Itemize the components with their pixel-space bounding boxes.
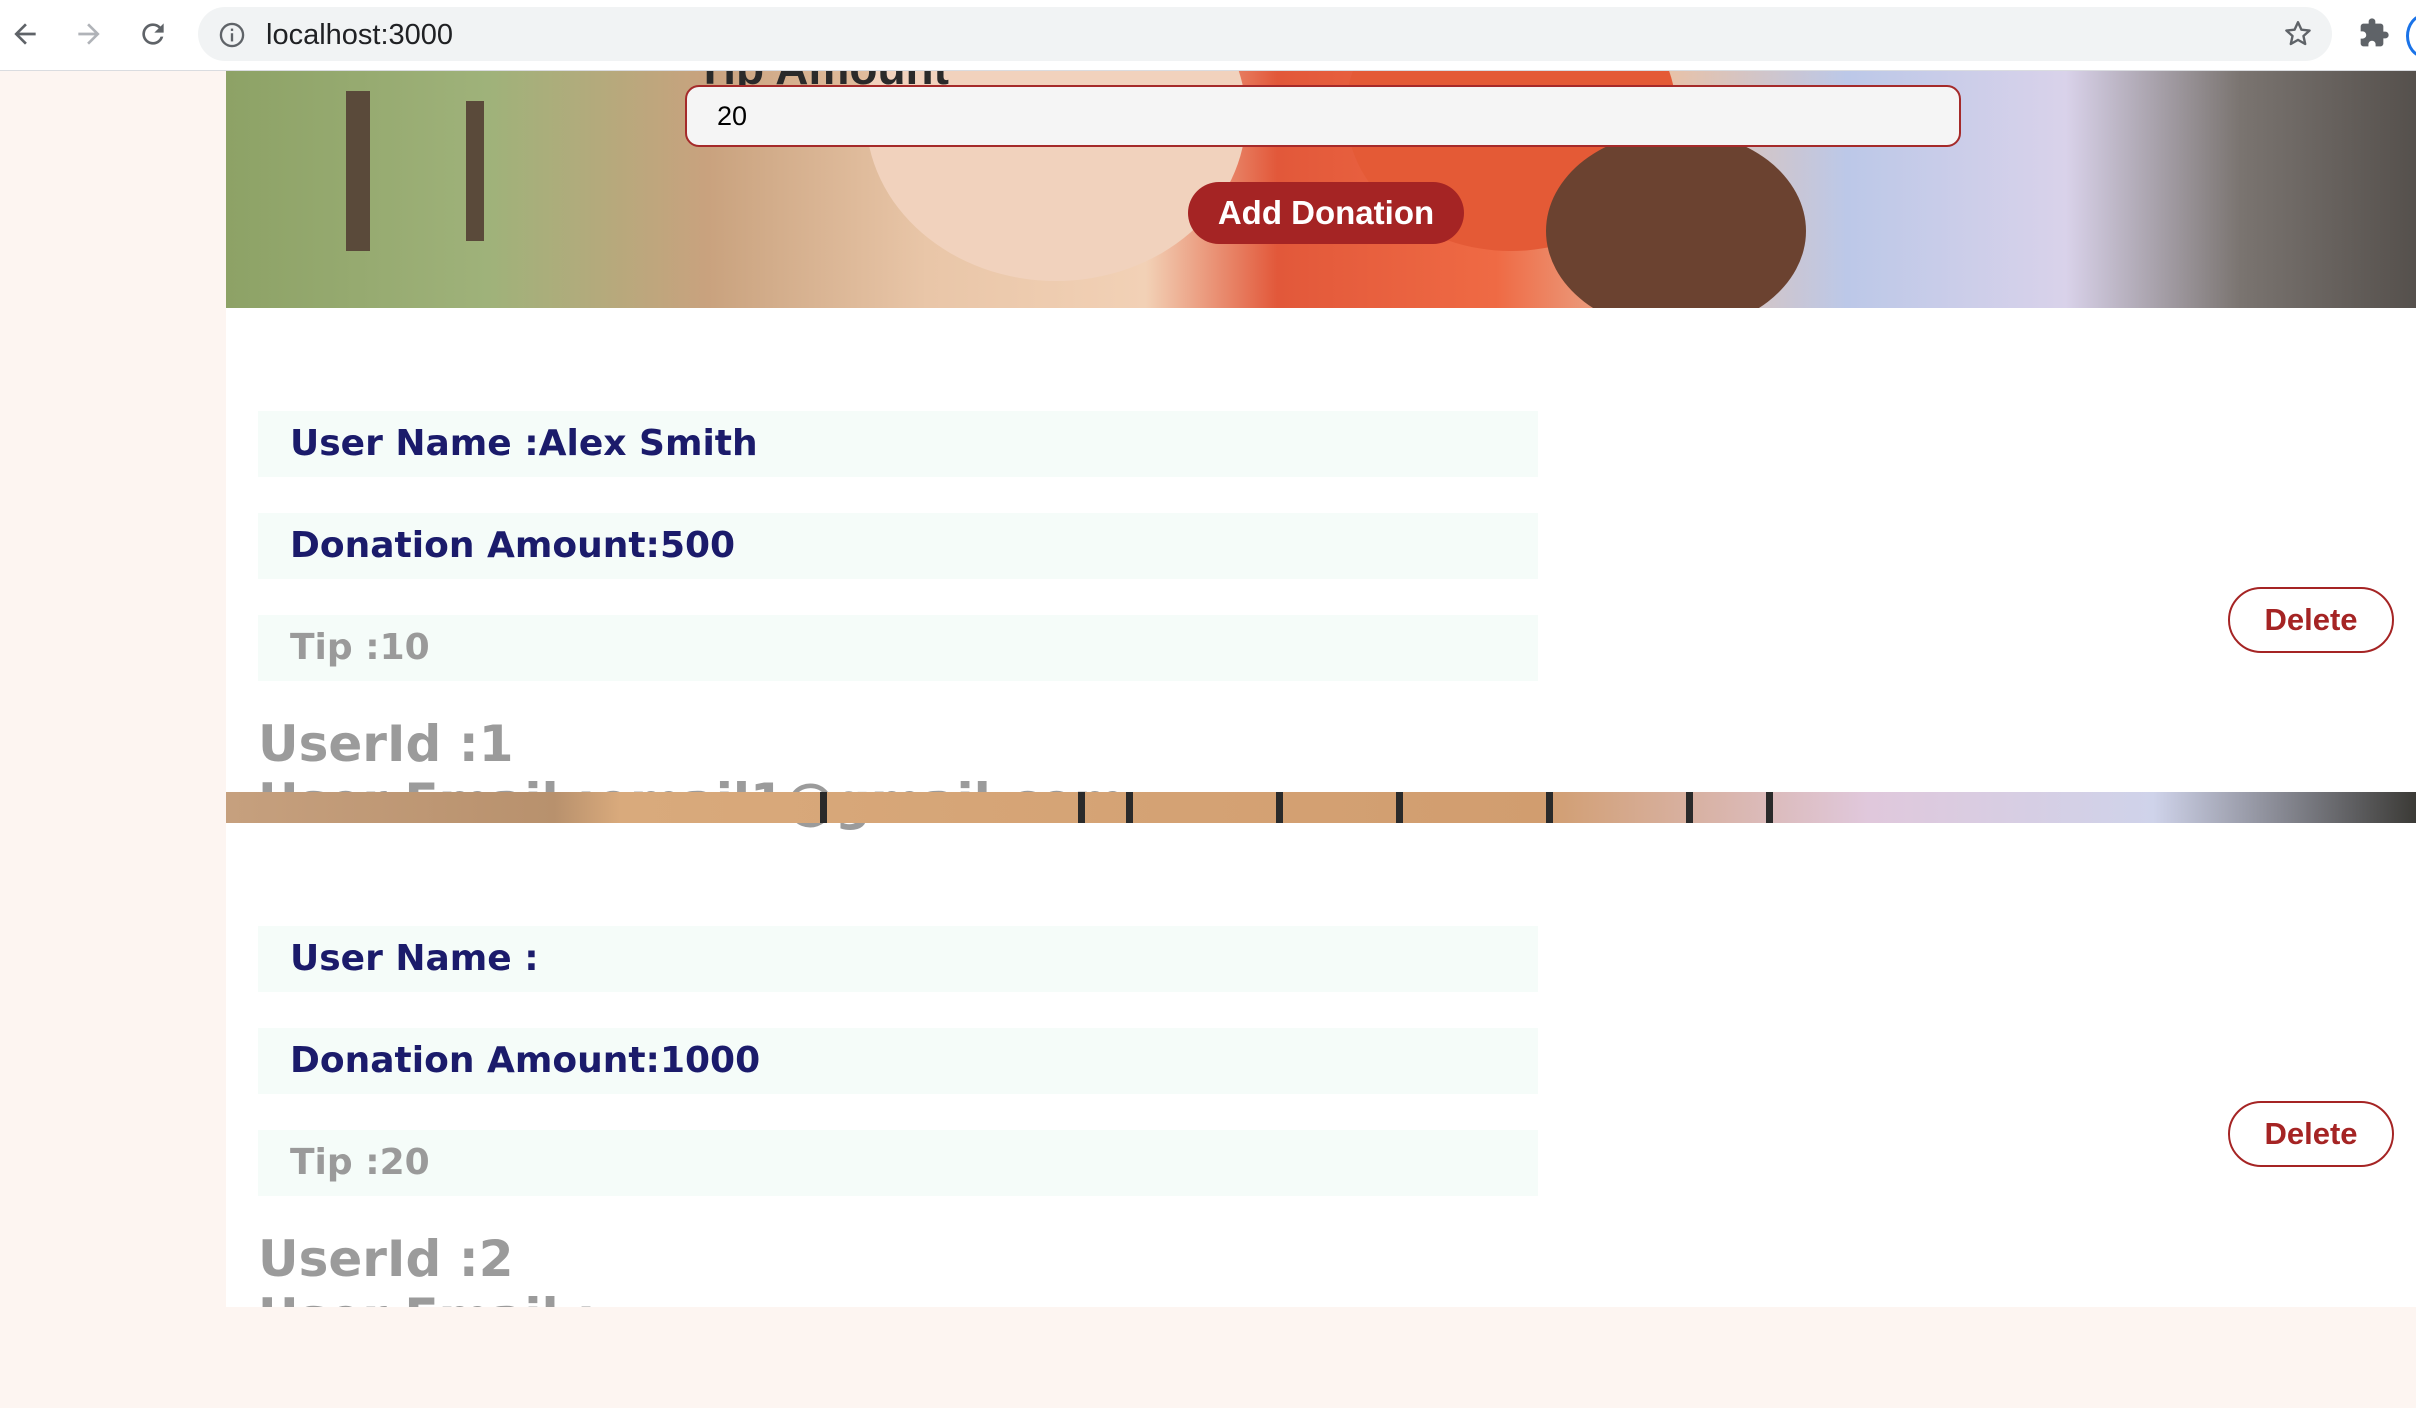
- info-icon[interactable]: [218, 21, 246, 49]
- user-name-value: Alex Smith: [538, 423, 758, 464]
- forward-arrow-icon: [78, 23, 100, 45]
- tip-field: Tip :10: [258, 615, 1538, 681]
- user-id-line: UserId :2: [258, 1230, 514, 1288]
- browser-toolbar: localhost:3000: [0, 0, 2416, 71]
- extensions-puzzle-icon[interactable]: [2358, 17, 2390, 49]
- user-id-value: 1: [478, 715, 514, 773]
- tip-field: Tip :20: [258, 1130, 1538, 1196]
- delete-button[interactable]: Delete: [2228, 1101, 2394, 1167]
- donation-amount-field: Donation Amount:1000: [258, 1028, 1538, 1094]
- donation-card: User Name : Donation Amount:1000 Tip :20…: [226, 823, 2416, 1307]
- hero-banner-image: Tip Amount Add Donation: [226, 71, 2416, 308]
- page-content: Tip Amount Add Donation User Name :Alex …: [226, 71, 2416, 1307]
- profile-avatar[interactable]: [2406, 14, 2416, 58]
- back-button[interactable]: [4, 13, 46, 55]
- back-arrow-icon: [14, 23, 36, 45]
- donation-amount-label: Donation Amount:: [290, 1040, 660, 1081]
- user-id-label: UserId :: [258, 715, 479, 773]
- user-name-field: User Name :: [258, 926, 1538, 992]
- user-email-line: User Email :: [258, 1288, 596, 1307]
- reload-icon: [142, 23, 164, 45]
- tip-label: Tip :: [290, 627, 380, 668]
- user-email-label: User Email :: [258, 1288, 596, 1307]
- tip-value: 20: [379, 1142, 430, 1183]
- tip-label: Tip :: [290, 1142, 380, 1183]
- user-id-label: UserId :: [258, 1230, 479, 1288]
- donation-amount-value: 1000: [659, 1040, 761, 1081]
- background-image-strip: [226, 792, 2416, 823]
- donation-amount-field: Donation Amount:500: [258, 513, 1538, 579]
- forward-button[interactable]: [68, 13, 110, 55]
- donation-amount-label: Donation Amount:: [290, 525, 660, 566]
- donation-amount-value: 500: [659, 525, 736, 566]
- user-name-label: User Name :: [290, 938, 539, 979]
- tip-value: 10: [379, 627, 430, 668]
- reload-button[interactable]: [132, 13, 174, 55]
- tip-amount-input[interactable]: [685, 85, 1961, 147]
- add-donation-button[interactable]: Add Donation: [1188, 182, 1464, 244]
- user-name-field: User Name :Alex Smith: [258, 411, 1538, 477]
- user-id-value: 2: [478, 1230, 514, 1288]
- bookmark-star-icon[interactable]: [2282, 18, 2314, 50]
- address-bar[interactable]: localhost:3000: [198, 7, 2332, 61]
- user-name-label: User Name :: [290, 423, 539, 464]
- delete-button[interactable]: Delete: [2228, 587, 2394, 653]
- url-text[interactable]: localhost:3000: [266, 19, 453, 52]
- user-id-line: UserId :1: [258, 715, 514, 773]
- donation-card: User Name :Alex Smith Donation Amount:50…: [226, 308, 2416, 864]
